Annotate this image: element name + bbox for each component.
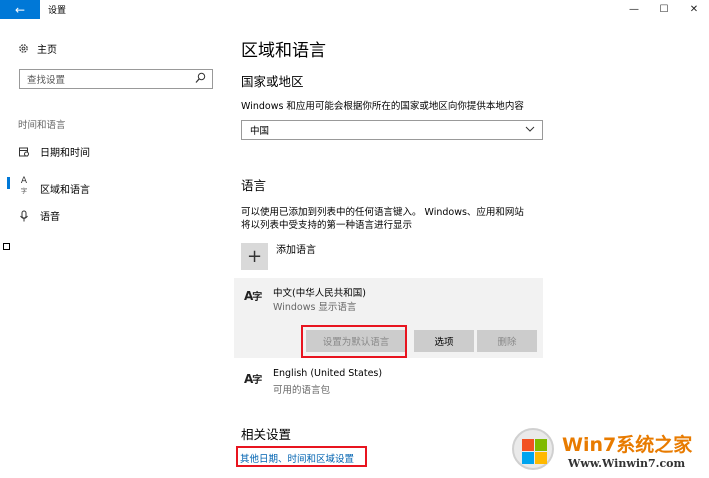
country-selected-value: 中国 <box>250 126 270 137</box>
language-name: English (United States) <box>273 368 383 379</box>
country-description: Windows 和应用可能会根据你所在的国家或地区向你提供本地内容 <box>241 101 524 112</box>
microphone-icon <box>20 210 28 221</box>
calendar-icon <box>19 147 29 157</box>
language-sub: 可用的语言包 <box>273 385 331 396</box>
language-sub: Windows 显示语言 <box>273 302 357 313</box>
language-description-line2: 将以列表中受支持的第一种语言进行显示 <box>241 220 413 231</box>
language-heading: 语言 <box>241 178 267 193</box>
chevron-down-icon <box>525 126 535 132</box>
watermark-url: Www.Winwin7.com <box>568 457 686 470</box>
resize-handle[interactable] <box>3 243 10 250</box>
plus-icon: + <box>241 243 268 270</box>
close-button[interactable]: ✕ <box>679 0 709 19</box>
language-icon: A字 <box>244 372 262 386</box>
region-language-icon: A字 <box>20 176 28 195</box>
nav-home-label: 主页 <box>37 45 57 56</box>
nav-home[interactable]: 主页 <box>18 41 57 56</box>
country-dropdown[interactable]: 中国 <box>241 120 543 140</box>
remove-button[interactable]: 删除 <box>477 330 537 352</box>
highlight-box-set-default <box>301 325 407 358</box>
sidebar-section-label: 时间和语言 <box>18 120 66 131</box>
sidebar-item-date-time[interactable]: 日期和时间 <box>18 144 90 159</box>
sidebar-item-label: 区域和语言 <box>40 184 90 196</box>
sidebar-item-label: 语音 <box>40 212 60 223</box>
page-title: 区域和语言 <box>241 41 326 61</box>
sidebar-item-label: 日期和时间 <box>40 148 90 159</box>
language-icon: A字 <box>244 289 262 303</box>
highlight-box-link <box>236 446 367 467</box>
language-name: 中文(中华人民共和国) <box>273 288 366 299</box>
watermark: Win7系统之家 Www.Winwin7.com <box>512 428 709 478</box>
country-heading: 国家或地区 <box>241 74 304 89</box>
search-placeholder: 查找设置 <box>27 75 66 86</box>
sidebar-item-region-language[interactable]: A字 区域和语言 <box>18 176 90 200</box>
related-settings-heading: 相关设置 <box>241 427 292 442</box>
minimize-icon: — <box>629 4 639 15</box>
options-button[interactable]: 选项 <box>414 330 474 352</box>
add-language-label: 添加语言 <box>276 245 316 256</box>
maximize-icon: ☐ <box>659 4 669 15</box>
sidebar-item-speech[interactable]: 语音 <box>18 208 60 223</box>
search-input[interactable]: 查找设置 <box>19 69 213 89</box>
close-icon: ✕ <box>689 4 699 15</box>
maximize-button[interactable]: ☐ <box>649 0 679 19</box>
search-icon[interactable] <box>195 72 206 84</box>
back-arrow-icon: ← <box>14 2 26 17</box>
add-language-button[interactable]: + 添加语言 <box>241 243 316 270</box>
gear-icon <box>19 44 28 53</box>
back-button[interactable]: ← <box>0 0 40 19</box>
minimize-button[interactable]: — <box>619 0 649 19</box>
window-title: 设置 <box>48 6 67 16</box>
title-bar: ← 设置 — ☐ ✕ <box>0 0 709 19</box>
active-indicator <box>7 177 10 189</box>
sidebar: 主页 查找设置 时间和语言 日期和时间 A字 区域和语言 语音 <box>0 19 218 478</box>
language-description-line1: 可以使用已添加到列表中的任何语言键入。 Windows、应用和网站 <box>241 207 524 218</box>
windows-logo <box>512 428 554 470</box>
watermark-text: Win7系统之家 <box>562 434 693 456</box>
